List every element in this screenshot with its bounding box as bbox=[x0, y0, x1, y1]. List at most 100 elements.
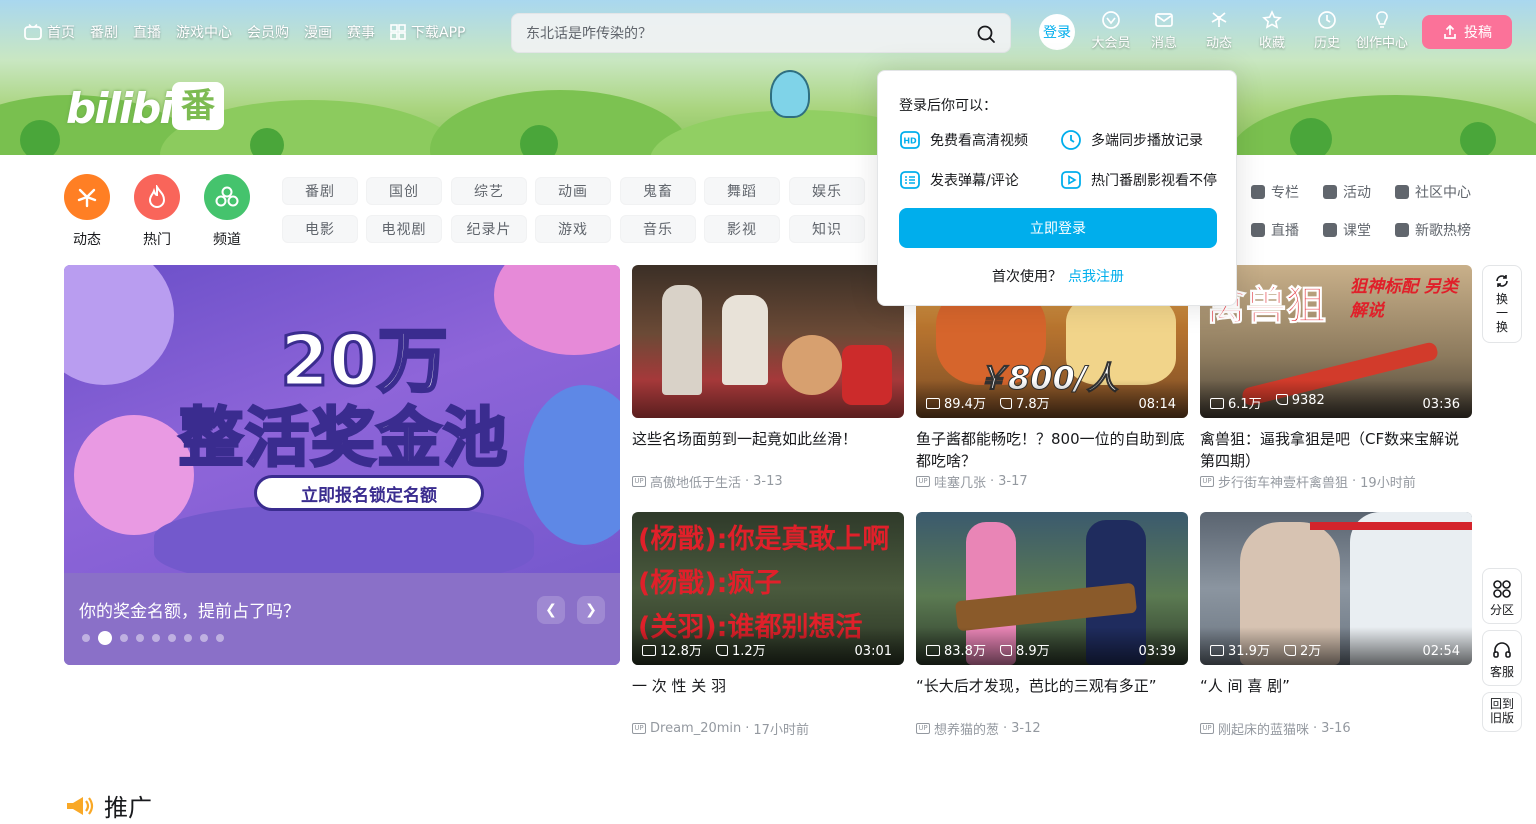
carousel-dot[interactable] bbox=[216, 634, 224, 642]
nav-favorites[interactable]: 收藏 bbox=[1242, 10, 1302, 51]
section-button[interactable]: 分区 bbox=[1482, 568, 1522, 624]
old-version-button[interactable]: 回到 旧版 bbox=[1482, 692, 1522, 732]
video-uploader[interactable]: Dream_20min bbox=[650, 721, 741, 736]
channel-hot[interactable]: 热门 bbox=[133, 174, 181, 249]
carousel-dot[interactable] bbox=[184, 634, 192, 642]
video-uploader[interactable]: 步行街车神壹杆禽兽狙 bbox=[1218, 472, 1348, 491]
register-prompt: 首次使用？ bbox=[992, 269, 1062, 285]
carousel-dot[interactable] bbox=[120, 634, 128, 642]
nav-vip[interactable]: 大会员 bbox=[1081, 10, 1141, 51]
video-date: 17小时前 bbox=[753, 723, 809, 738]
video-thumbnail[interactable]: 禽兽狙 狙神标配 另类解说 6.1万 9382 03:36 bbox=[1200, 265, 1472, 418]
nav-dynamic[interactable]: 动态 bbox=[1189, 10, 1249, 51]
carousel-dot[interactable] bbox=[152, 634, 160, 642]
chip-music[interactable]: 音乐 bbox=[620, 215, 696, 243]
refresh-icon bbox=[1496, 275, 1508, 287]
link-live[interactable]: 直播 bbox=[1251, 220, 1299, 240]
search-input[interactable] bbox=[520, 19, 960, 47]
channel-dynamic[interactable]: 动态 bbox=[63, 174, 111, 249]
video-title[interactable]: 鱼子酱都能畅吃！？800一位的自助到底都吃啥？ bbox=[916, 428, 1188, 472]
upload-button[interactable]: 投稿 bbox=[1422, 15, 1512, 49]
chip-tv-series[interactable]: 电视剧 bbox=[366, 215, 442, 243]
carousel-dot[interactable] bbox=[98, 631, 112, 645]
chip-guichu[interactable]: 鬼畜 bbox=[620, 177, 696, 205]
nav-download-app[interactable]: 下载APP bbox=[390, 22, 465, 42]
play-icon bbox=[926, 645, 940, 656]
nav-history[interactable]: 历史 bbox=[1297, 10, 1357, 51]
chip-variety[interactable]: 综艺 bbox=[451, 177, 527, 205]
nav-creator-center[interactable]: 创作中心 bbox=[1352, 10, 1412, 51]
video-title[interactable]: “长大后才发现，芭比的三观有多正” bbox=[916, 675, 1188, 719]
nav-item-manga[interactable]: 漫画 bbox=[304, 22, 332, 42]
register-link[interactable]: 点我注册 bbox=[1068, 269, 1124, 285]
views-count: 89.4万 bbox=[926, 393, 986, 412]
chip-movie[interactable]: 电影 bbox=[282, 215, 358, 243]
popup-register: 首次使用？ 点我注册 bbox=[878, 266, 1238, 286]
nav-item-bangumi[interactable]: 番剧 bbox=[90, 22, 118, 42]
link-music-chart[interactable]: 新歌热榜 bbox=[1395, 220, 1471, 240]
customer-service-button[interactable]: 客服 bbox=[1482, 630, 1522, 686]
video-thumbnail[interactable] bbox=[632, 265, 904, 418]
video-card[interactable]: 83.8万 8.9万 03:39 “长大后才发现，芭比的三观有多正” UP 想养猫的… bbox=[916, 512, 1188, 738]
chip-film-tv[interactable]: 影视 bbox=[704, 215, 780, 243]
chip-dance[interactable]: 舞蹈 bbox=[704, 177, 780, 205]
video-title[interactable]: 禽兽狙：逼我拿狙是吧（CF数来宝解说第四期） bbox=[1200, 428, 1472, 472]
video-thumbnail[interactable]: 83.8万 8.9万 03:39 bbox=[916, 512, 1188, 665]
nav-item-esports[interactable]: 赛事 bbox=[347, 22, 375, 42]
search-icon[interactable] bbox=[976, 24, 996, 44]
video-card[interactable]: 这些名场面剪到一起竟如此丝滑！ UP 高傲地低于生活 · 3-13 bbox=[632, 265, 904, 491]
carousel-caption[interactable]: 你的奖金名额，提前占了吗？ bbox=[79, 597, 300, 622]
nav-item-live[interactable]: 直播 bbox=[133, 22, 161, 42]
chip-animation[interactable]: 动画 bbox=[535, 177, 611, 205]
carousel-dot[interactable] bbox=[136, 634, 144, 642]
login-avatar-button[interactable]: 登录 bbox=[1039, 14, 1075, 50]
views-count: 12.8万 bbox=[642, 640, 702, 659]
channel-channels[interactable]: 频道 bbox=[203, 174, 251, 249]
like-icon bbox=[1275, 394, 1288, 405]
chip-guochuang[interactable]: 国创 bbox=[366, 177, 442, 205]
video-card[interactable]: (杨戬):你是真敢上啊 (杨戬):疯子 (关羽):谁都别想活 12.8万1.2万… bbox=[632, 512, 904, 738]
windmill-icon bbox=[1211, 12, 1227, 27]
chip-knowledge[interactable]: 知识 bbox=[789, 215, 865, 243]
carousel-prev-button[interactable]: ❮ bbox=[537, 596, 565, 624]
link-column[interactable]: 专栏 bbox=[1251, 182, 1299, 202]
nav-home-label: 首页 bbox=[47, 25, 75, 41]
nav-messages[interactable]: 消息 bbox=[1134, 10, 1194, 51]
video-date: 3-16 bbox=[1321, 721, 1351, 736]
carousel-dot[interactable] bbox=[200, 634, 208, 642]
customer-service-label: 客服 bbox=[1489, 665, 1514, 679]
link-class[interactable]: 课堂 bbox=[1323, 220, 1371, 240]
chip-bangumi[interactable]: 番剧 bbox=[282, 177, 358, 205]
carousel-dot[interactable] bbox=[168, 634, 176, 642]
link-activity[interactable]: 活动 bbox=[1323, 182, 1371, 202]
carousel-next-button[interactable]: ❯ bbox=[577, 596, 605, 624]
video-title[interactable]: 这些名场面剪到一起竟如此丝滑！ bbox=[632, 428, 904, 472]
chip-entertainment[interactable]: 娱乐 bbox=[789, 177, 865, 205]
video-card[interactable]: 禽兽狙 狙神标配 另类解说 6.1万 9382 03:36 禽兽狙：逼我拿狙是吧（… bbox=[1200, 265, 1472, 491]
chip-game[interactable]: 游戏 bbox=[535, 215, 611, 243]
video-uploader[interactable]: 高傲地低于生活 bbox=[650, 472, 741, 491]
refresh-button[interactable]: 换一换 bbox=[1482, 265, 1522, 343]
video-uploader[interactable]: 刚起床的蓝猫咪 bbox=[1218, 719, 1309, 738]
views-count: 6.1万 bbox=[1210, 393, 1262, 412]
video-thumbnail[interactable]: 31.9万 2万 02:54 bbox=[1200, 512, 1472, 665]
video-meta: UP 步行街车神壹杆禽兽狙 · 19小时前 bbox=[1200, 472, 1472, 491]
nav-item-game-center[interactable]: 游戏中心 bbox=[176, 22, 232, 42]
nav-home[interactable]: 首页 bbox=[24, 22, 75, 42]
views-count: 31.9万 bbox=[1210, 640, 1270, 659]
banner-carousel[interactable]: 20万 整活奖金池 立即报名锁定名额 你的奖金名额，提前占了吗？ ❮ ❯ bbox=[64, 265, 620, 665]
video-card[interactable]: 31.9万 2万 02:54 “人 间 喜 剧” UP 刚起床的蓝猫咪 · 3-16 bbox=[1200, 512, 1472, 738]
video-title[interactable]: “人 间 喜 剧” bbox=[1200, 675, 1472, 719]
video-uploader[interactable]: 哇塞几张 bbox=[934, 472, 986, 491]
channel-dynamic-label: 动态 bbox=[73, 232, 101, 248]
chip-documentary[interactable]: 纪录片 bbox=[451, 215, 527, 243]
video-thumbnail[interactable]: (杨戬):你是真敢上啊 (杨戬):疯子 (关羽):谁都别想活 12.8万1.2万… bbox=[632, 512, 904, 665]
video-meta: UP 刚起床的蓝猫咪 · 3-16 bbox=[1200, 719, 1472, 738]
carousel-dot[interactable] bbox=[82, 634, 90, 642]
link-community[interactable]: 社区中心 bbox=[1395, 182, 1471, 202]
likes-count: 1.2万 bbox=[715, 640, 766, 659]
nav-item-mall[interactable]: 会员购 bbox=[247, 22, 289, 42]
video-uploader[interactable]: 想养猫的葱 bbox=[934, 719, 999, 738]
popup-login-button[interactable]: 立即登录 bbox=[899, 208, 1217, 248]
video-title[interactable]: 一 次 性 关 羽 bbox=[632, 675, 904, 719]
